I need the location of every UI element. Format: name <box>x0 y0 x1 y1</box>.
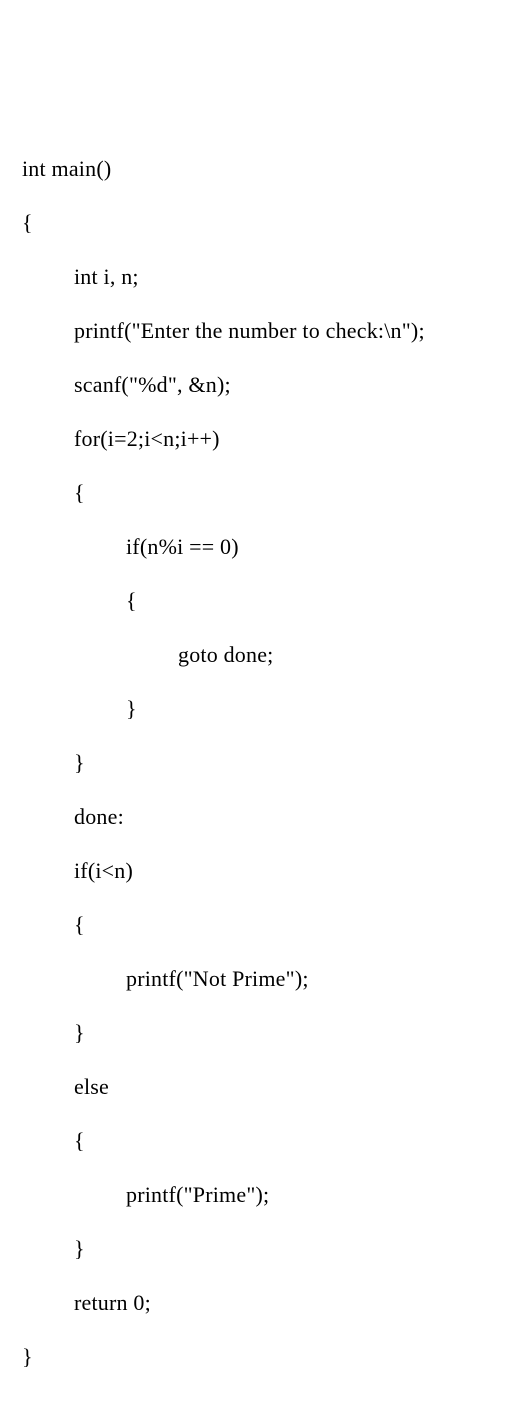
code-line: scanf("%d", &n); <box>22 371 525 398</box>
code-line: goto done; <box>22 641 525 668</box>
code-line: { <box>22 209 525 236</box>
code-line: return 0; <box>22 1289 525 1316</box>
code-line: } <box>22 1343 525 1370</box>
code-line: } <box>22 1019 525 1046</box>
code-block: int main() { int i, n; printf("Enter the… <box>22 128 525 1397</box>
code-line: int main() <box>22 155 525 182</box>
code-line: int i, n; <box>22 263 525 290</box>
code-line: printf("Prime"); <box>22 1181 525 1208</box>
code-line: { <box>22 479 525 506</box>
code-line: done: <box>22 803 525 830</box>
code-line: } <box>22 749 525 776</box>
code-line: } <box>22 695 525 722</box>
code-line: for(i=2;i<n;i++) <box>22 425 525 452</box>
code-line: else <box>22 1073 525 1100</box>
code-line: printf("Enter the number to check:\n"); <box>22 317 525 344</box>
code-line: { <box>22 911 525 938</box>
code-line: } <box>22 1235 525 1262</box>
code-line: { <box>22 587 525 614</box>
code-line: { <box>22 1127 525 1154</box>
code-line: if(n%i == 0) <box>22 533 525 560</box>
code-line: printf("Not Prime"); <box>22 965 525 992</box>
code-line: if(i<n) <box>22 857 525 884</box>
